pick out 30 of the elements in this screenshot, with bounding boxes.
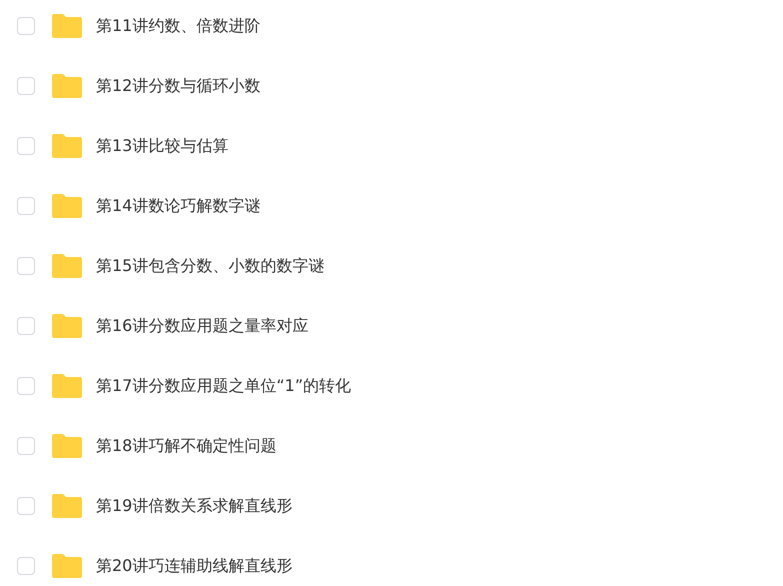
checkbox[interactable] — [17, 77, 35, 95]
folder-name[interactable]: 第11讲约数、倍数进阶 — [96, 14, 260, 38]
folder-name[interactable]: 第19讲倍数关系求解直线形 — [96, 494, 292, 518]
folder-icon — [52, 134, 82, 158]
folder-name[interactable]: 第13讲比较与估算 — [96, 134, 228, 158]
checkbox[interactable] — [17, 377, 35, 395]
folder-icon — [52, 74, 82, 98]
folder-icon — [52, 494, 82, 518]
folder-name[interactable]: 第17讲分数应用题之单位“1”的转化 — [96, 374, 352, 398]
folder-name[interactable]: 第16讲分数应用题之量率对应 — [96, 314, 308, 338]
checkbox[interactable] — [17, 17, 35, 35]
checkbox[interactable] — [17, 317, 35, 335]
checkbox[interactable] — [17, 197, 35, 215]
checkbox[interactable] — [17, 497, 35, 515]
folder-icon — [52, 254, 82, 278]
folder-icon — [52, 314, 82, 338]
folder-icon — [52, 554, 82, 578]
folder-name[interactable]: 第20讲巧连辅助线解直线形 — [96, 554, 292, 578]
folder-icon — [52, 434, 82, 458]
checkbox[interactable] — [17, 557, 35, 575]
folder-name[interactable]: 第18讲巧解不确定性问题 — [96, 434, 276, 458]
folder-name[interactable]: 第15讲包含分数、小数的数字谜 — [96, 254, 324, 278]
checkbox[interactable] — [17, 137, 35, 155]
checkbox[interactable] — [17, 257, 35, 275]
folder-icon — [52, 374, 82, 398]
folder-icon — [52, 14, 82, 38]
folder-name[interactable]: 第12讲分数与循环小数 — [96, 74, 260, 98]
folder-icon — [52, 194, 82, 218]
checkbox[interactable] — [17, 437, 35, 455]
folder-name[interactable]: 第14讲数论巧解数字谜 — [96, 194, 260, 218]
